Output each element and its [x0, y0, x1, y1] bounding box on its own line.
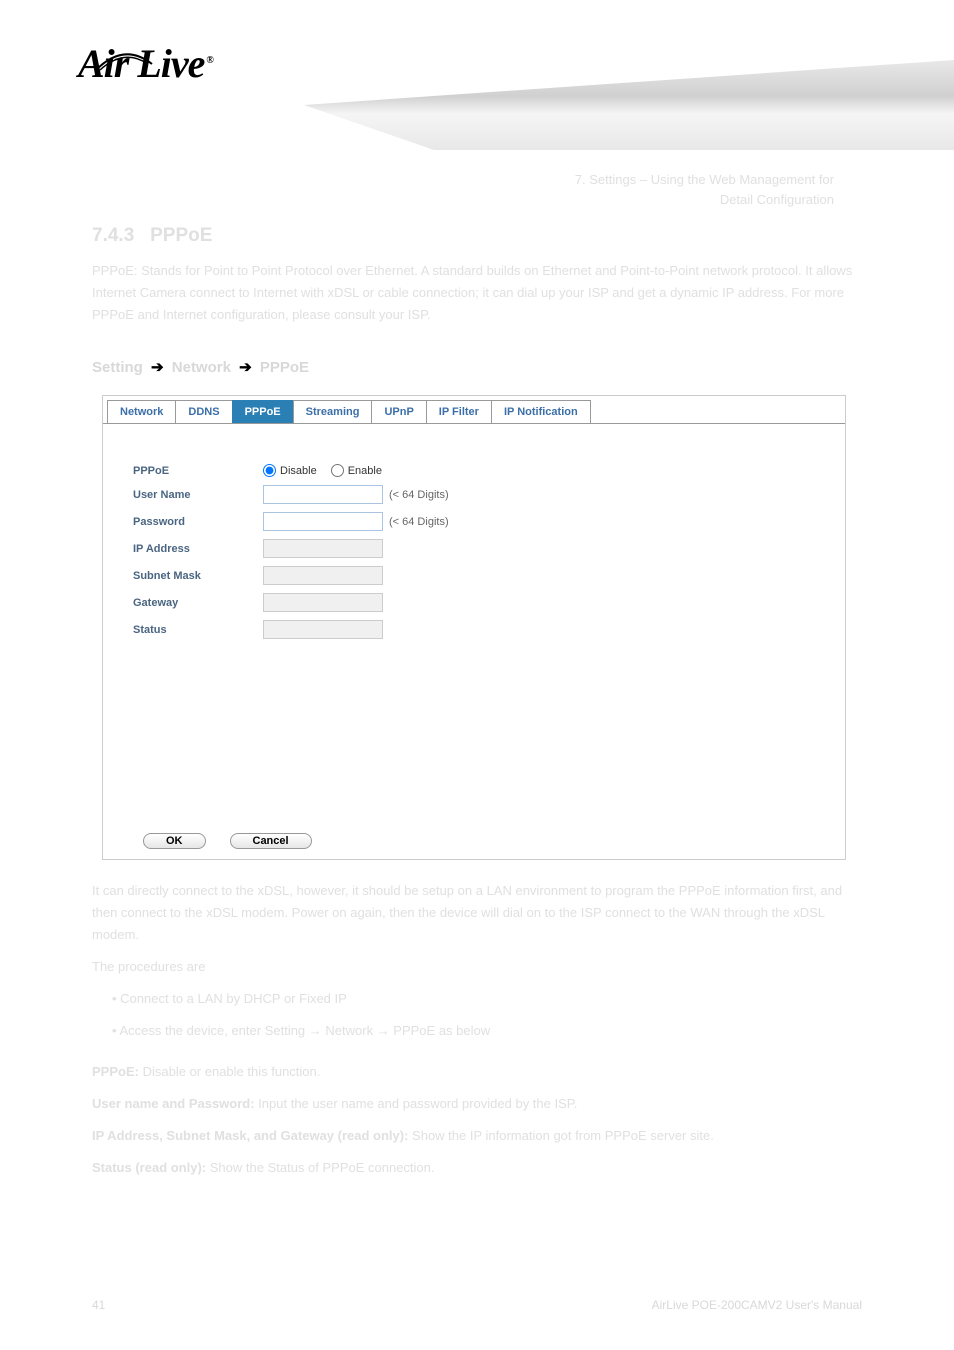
password-label: Password — [133, 516, 263, 528]
tab-streaming[interactable]: Streaming — [293, 400, 373, 423]
username-label: User Name — [133, 489, 263, 501]
tab-network[interactable]: Network — [107, 400, 176, 423]
pppoe-disable-radio[interactable] — [263, 464, 276, 477]
subnet-label: Subnet Mask — [133, 570, 263, 582]
section-title: 7.4.3 PPPoE — [92, 225, 212, 247]
description-block: It can directly connect to the xDSL, how… — [92, 880, 862, 1189]
gateway-input — [263, 593, 383, 612]
tab-bar: Network DDNS PPPoE Streaming UPnP IP Fil… — [103, 396, 845, 423]
settings-screenshot: Network DDNS PPPoE Streaming UPnP IP Fil… — [102, 395, 846, 860]
cancel-button[interactable]: Cancel — [230, 833, 312, 849]
gateway-label: Gateway — [133, 597, 263, 609]
subnet-input — [263, 566, 383, 585]
tab-upnp[interactable]: UPnP — [371, 400, 426, 423]
chapter-reference: 7. Settings – Using the Web Management f… — [575, 170, 834, 209]
product-name: AirLive POE-200CAMV2 User's Manual — [652, 1298, 862, 1312]
password-hint: (< 64 Digits) — [389, 516, 449, 528]
arrow-right-icon: ➔ — [239, 359, 252, 376]
header-banner — [304, 60, 954, 150]
logo: Air Live® — [78, 40, 268, 87]
ok-button[interactable]: OK — [143, 833, 206, 849]
pppoe-enable-radio[interactable] — [331, 464, 344, 477]
tab-ipnotification[interactable]: IP Notification — [491, 400, 591, 423]
section-intro: PPPoE: Stands for Point to Point Protoco… — [92, 260, 862, 326]
ipaddress-input — [263, 539, 383, 558]
page-footer: 41 AirLive POE-200CAMV2 User's Manual — [0, 1298, 954, 1312]
tab-ipfilter[interactable]: IP Filter — [426, 400, 492, 423]
page-number: 41 — [92, 1298, 105, 1312]
password-input[interactable] — [263, 512, 383, 531]
tab-pppoe[interactable]: PPPoE — [232, 400, 294, 423]
tab-ddns[interactable]: DDNS — [175, 400, 232, 423]
status-input — [263, 620, 383, 639]
arrow-right-icon: ➔ — [151, 359, 164, 376]
ipaddress-label: IP Address — [133, 543, 263, 555]
status-label: Status — [133, 624, 263, 636]
tab-content: PPPoE Disable Enable User Name (< 64 Dig… — [103, 423, 845, 639]
pppoe-label: PPPoE — [133, 465, 263, 477]
username-hint: (< 64 Digits) — [389, 489, 449, 501]
username-input[interactable] — [263, 485, 383, 504]
breadcrumb: Setting ➔ Network ➔ PPPoE — [92, 358, 309, 376]
